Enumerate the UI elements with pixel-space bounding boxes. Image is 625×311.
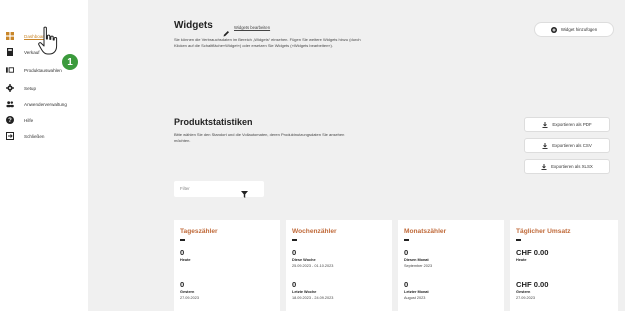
sidebar-item-close[interactable]: Schließen xyxy=(0,129,88,143)
export-pdf-label: Exportieren als PDF xyxy=(552,122,592,127)
widgets-title: Widgets xyxy=(174,20,213,31)
yesterday-revenue-value: CHF 0.00 xyxy=(516,280,549,289)
sidebar-item-help[interactable]: ? Hilfe xyxy=(0,113,88,127)
export-xlsx-label: Exportieren als XLSX xyxy=(551,164,593,169)
edit-widgets-link[interactable]: Widgets bearbeiten xyxy=(234,25,270,30)
this-month-value: 0 xyxy=(404,248,409,257)
this-month-label: Diesen Monat xyxy=(404,258,429,262)
product-selection-icon xyxy=(6,66,14,74)
card-title: Monatszähler xyxy=(404,228,447,235)
download-icon xyxy=(542,121,548,128)
last-week-range: 18.09.2023 - 24.09.2023 xyxy=(292,296,334,300)
plus-circle-icon xyxy=(550,26,557,33)
yesterday-label: Gestern xyxy=(516,290,531,294)
filter-icon xyxy=(241,185,248,203)
help-icon: ? xyxy=(6,116,14,124)
add-widget-label: Widget hinzufügen xyxy=(560,27,598,32)
title-underline xyxy=(404,239,409,241)
today-revenue-value: CHF 0.00 xyxy=(516,248,549,257)
title-underline xyxy=(180,239,185,241)
users-icon xyxy=(6,100,14,108)
export-pdf-button[interactable]: Exportieren als PDF xyxy=(524,117,610,132)
step-badge: 1 xyxy=(60,52,80,72)
last-month-value: 0 xyxy=(404,280,409,289)
main-content: Widgets Widgets bearbeiten Sie können di… xyxy=(88,0,625,311)
yesterday-label: Gestern xyxy=(180,290,195,294)
sidebar-item-user-management[interactable]: Anwenderverwaltung xyxy=(0,97,88,111)
hand-cursor-icon xyxy=(38,26,60,61)
stats-title: Produktstatistiken xyxy=(174,117,253,127)
export-csv-button[interactable]: Exportieren als CSV xyxy=(524,138,610,153)
export-csv-label: Exportieren als CSV xyxy=(552,143,592,148)
download-icon xyxy=(542,142,548,149)
add-widget-button[interactable]: Widget hinzufügen xyxy=(534,22,614,37)
filter-dropdown[interactable]: Filter xyxy=(174,181,264,198)
title-underline xyxy=(292,239,297,241)
logout-icon xyxy=(6,132,14,140)
today-label: Heute xyxy=(516,258,527,262)
card-title: Tageszähler xyxy=(180,228,218,235)
sidebar-item-label: Produktauswahlen xyxy=(24,67,62,73)
sales-icon xyxy=(6,48,14,56)
stats-description: Bitte wählen Sie den Standort und die Vo… xyxy=(174,132,345,143)
yesterday-date: 27.09.2023 xyxy=(180,296,200,300)
svg-text:?: ? xyxy=(8,118,12,124)
dashboard-icon xyxy=(6,32,14,40)
card-title: Täglicher Umsatz xyxy=(516,228,571,235)
title-underline xyxy=(516,239,521,241)
sidebar-item-label: Setup xyxy=(24,85,37,91)
this-week-label: Diese Woche xyxy=(292,258,316,262)
sidebar-item-label: Hilfe xyxy=(24,117,34,123)
this-week-range: 25.09.2023 - 01.10.2023 xyxy=(292,264,334,268)
last-month-name: August 2023 xyxy=(404,296,426,300)
today-value: 0 xyxy=(180,248,185,257)
sidebar-item-setup[interactable]: Setup xyxy=(0,81,88,95)
monthly-counter-card: Monatszähler 0 Diesen Monat September 20… xyxy=(398,220,504,311)
this-month-name: September 2023 xyxy=(404,264,433,268)
export-xlsx-button[interactable]: Exportieren als XLSX xyxy=(524,159,610,174)
filter-label: Filter xyxy=(180,186,190,191)
this-week-value: 0 xyxy=(292,248,297,257)
gear-icon xyxy=(6,84,14,92)
weekly-counter-card: Wochenzähler 0 Diese Woche 25.09.2023 - … xyxy=(286,220,392,311)
sidebar-item-label: Schließen xyxy=(24,133,45,139)
last-week-label: Letzte Woche xyxy=(292,290,317,294)
daily-revenue-card: Täglicher Umsatz CHF 0.00 Heute CHF 0.00… xyxy=(510,220,618,311)
download-icon xyxy=(541,163,547,170)
daily-counter-card: Tageszähler 0 Heute 0 Gestern 27.09.2023 xyxy=(174,220,280,311)
last-month-label: Letzter Monat xyxy=(404,290,429,294)
today-label: Heute xyxy=(180,258,191,262)
yesterday-value: 0 xyxy=(180,280,185,289)
sidebar-item-label: Anwenderverwaltung xyxy=(24,101,67,107)
card-title: Wochenzähler xyxy=(292,228,337,235)
yesterday-date: 27.09.2023 xyxy=(516,296,536,300)
last-week-value: 0 xyxy=(292,280,297,289)
widgets-description: Sie können die Verbrauchsdaten im Bereic… xyxy=(174,37,361,48)
